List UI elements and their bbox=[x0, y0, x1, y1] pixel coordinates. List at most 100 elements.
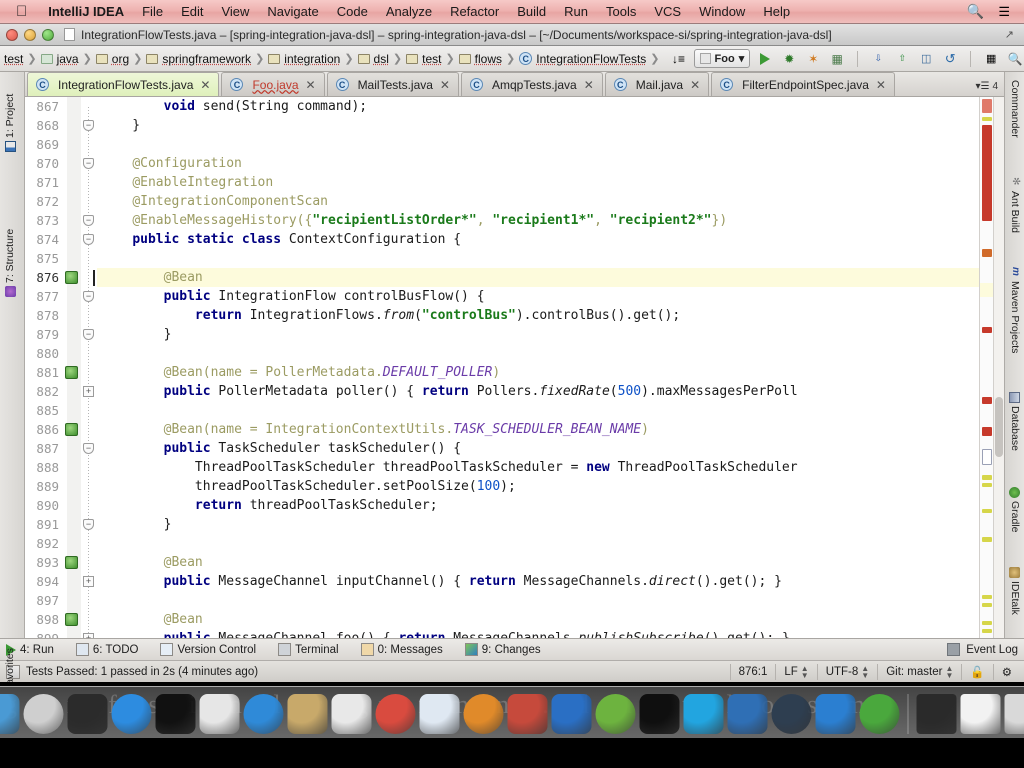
settings-icon[interactable]: ▦ bbox=[982, 50, 1000, 68]
code-line[interactable] bbox=[97, 249, 979, 268]
gutter-line[interactable]: 874 bbox=[25, 230, 97, 249]
menu-item-build[interactable]: Build bbox=[508, 4, 555, 19]
gutter-line[interactable]: 879 bbox=[25, 325, 97, 344]
gutter-line[interactable]: 892 bbox=[25, 534, 97, 553]
sidebar-item-commander[interactable]: Commander bbox=[1009, 80, 1021, 138]
code-line[interactable]: public MessageChannel inputChannel() { r… bbox=[97, 572, 979, 591]
breadcrumb-item-test[interactable]: test ❯ bbox=[4, 52, 41, 66]
code-line[interactable]: @EnableIntegration bbox=[97, 173, 979, 192]
error-marker[interactable] bbox=[982, 621, 992, 625]
dock-icon-disqus[interactable] bbox=[771, 694, 812, 734]
code-line[interactable] bbox=[97, 344, 979, 363]
error-marker[interactable] bbox=[982, 125, 992, 221]
sort-alphabetically-icon[interactable]: ↓≡ bbox=[670, 50, 688, 68]
tool-window-changes[interactable]: 9: Changes bbox=[464, 643, 541, 656]
gutter-line[interactable]: 897 bbox=[25, 591, 97, 610]
code-line[interactable]: ThreadPoolTaskScheduler threadPoolTaskSc… bbox=[97, 458, 979, 477]
editor-tab-mailtests[interactable]: C MailTests.java ✕ bbox=[326, 72, 459, 96]
code-line[interactable]: } bbox=[97, 325, 979, 344]
code-line[interactable] bbox=[97, 591, 979, 610]
sidebar-item-structure[interactable]: 7: Structure bbox=[4, 229, 16, 297]
gutter-line[interactable]: 889 bbox=[25, 477, 97, 496]
tool-window-version-control[interactable]: Version Control bbox=[160, 643, 256, 656]
gutter-line[interactable]: 870 bbox=[25, 154, 97, 173]
menu-item-file[interactable]: File bbox=[133, 4, 172, 19]
code-line[interactable]: public PollerMetadata poller() { return … bbox=[97, 382, 979, 401]
error-marker[interactable] bbox=[982, 249, 992, 257]
dock-icon-trash[interactable] bbox=[1004, 694, 1024, 734]
gutter-line[interactable]: 887 bbox=[25, 439, 97, 458]
code-lines[interactable]: void send(String command); } @Configurat… bbox=[97, 97, 979, 638]
code-line[interactable]: @Bean(name = IntegrationContextUtils.TAS… bbox=[97, 420, 979, 439]
dock-icon-skype[interactable] bbox=[683, 694, 724, 734]
editor-tab-mail[interactable]: C Mail.java ✕ bbox=[604, 72, 710, 96]
gutter-line[interactable]: 899 bbox=[25, 629, 97, 638]
dock-icon-finder[interactable] bbox=[0, 694, 20, 734]
menu-item-edit[interactable]: Edit bbox=[172, 4, 212, 19]
dock-icon-mail[interactable] bbox=[199, 694, 240, 734]
tool-window-messages[interactable]: 0: Messages bbox=[360, 643, 443, 656]
tool-window-terminal[interactable]: Terminal bbox=[278, 643, 339, 656]
run-play-icon[interactable] bbox=[756, 50, 774, 68]
revert-icon[interactable]: ↺ bbox=[941, 50, 959, 68]
gutter-line[interactable]: 875 bbox=[25, 249, 97, 268]
error-marker[interactable] bbox=[982, 99, 992, 113]
dock-icon-matrix[interactable] bbox=[639, 694, 680, 734]
sidebar-item-gradle[interactable]: Gradle bbox=[1009, 487, 1021, 533]
gutter-line[interactable]: 872 bbox=[25, 192, 97, 211]
encoding-selector[interactable]: UTF-8 ▲ ▼ bbox=[816, 663, 878, 680]
breadcrumb-item-integrationflowtests[interactable]: C IntegrationFlowTests ❯ bbox=[519, 52, 663, 66]
dock-icon-calendar[interactable] bbox=[331, 694, 372, 734]
line-separator-selector[interactable]: LF ▲ ▼ bbox=[775, 663, 816, 680]
code-line[interactable]: void send(String command); bbox=[97, 97, 979, 116]
editor-tab-amqptests[interactable]: C AmqpTests.java ✕ bbox=[460, 72, 603, 96]
code-line[interactable]: return IntegrationFlows.from("controlBus… bbox=[97, 306, 979, 325]
menu-app-name[interactable]: IntelliJ IDEA bbox=[39, 4, 133, 19]
code-line[interactable]: @Configuration bbox=[97, 154, 979, 173]
dock-icon-spring-tool-suite[interactable] bbox=[595, 694, 636, 734]
tool-window-todo[interactable]: 6: TODO bbox=[75, 643, 138, 656]
dock-icon-documents-stack[interactable] bbox=[960, 694, 1001, 734]
editor-scrollbar[interactable] bbox=[993, 97, 1004, 638]
dock-icon-browser-globe[interactable] bbox=[859, 694, 900, 734]
code-line[interactable] bbox=[97, 135, 979, 154]
gutter-line[interactable]: 894 bbox=[25, 572, 97, 591]
gutter-line[interactable]: 873 bbox=[25, 211, 97, 230]
sidebar-item-maven-projects[interactable]: m Maven Projects bbox=[1009, 267, 1022, 353]
dock-icon-printer[interactable] bbox=[916, 694, 957, 734]
git-branch-selector[interactable]: Git: master ▲ ▼ bbox=[877, 663, 961, 680]
gutter-line[interactable]: 867 bbox=[25, 97, 97, 116]
gutter-line[interactable]: 880 bbox=[25, 344, 97, 363]
gutter-line[interactable]: 891 bbox=[25, 515, 97, 534]
debug-bug-icon[interactable]: ✹ bbox=[780, 50, 798, 68]
close-icon[interactable]: ✕ bbox=[690, 78, 700, 92]
close-button[interactable] bbox=[6, 28, 18, 41]
search-icon[interactable]: 🔍 bbox=[967, 3, 984, 20]
error-marker[interactable] bbox=[982, 629, 992, 633]
gutter-line[interactable]: 881 bbox=[25, 363, 97, 382]
apple-logo-icon[interactable]:  bbox=[8, 4, 39, 19]
menu-item-window[interactable]: Window bbox=[690, 4, 754, 19]
sidebar-item-ant-build[interactable]: ✻ Ant Build bbox=[1009, 177, 1022, 233]
editor-tab-integrationflowtests[interactable]: C IntegrationFlowTests.java ✕ bbox=[27, 72, 220, 96]
dock-icon-keynote[interactable] bbox=[727, 694, 768, 734]
menu-item-help[interactable]: Help bbox=[754, 4, 799, 19]
close-icon[interactable]: ✕ bbox=[440, 78, 450, 92]
dock-icon-contacts[interactable] bbox=[287, 694, 328, 734]
gutter-line[interactable]: 893 bbox=[25, 553, 97, 572]
dock-icon-chrome[interactable] bbox=[375, 694, 416, 734]
editor-gutter[interactable]: − − − − − − + − − + + 867 868 869 870 871 872 873 874 875 8… bbox=[25, 97, 97, 638]
editor-tab-foo[interactable]: C Foo.java ✕ bbox=[221, 72, 325, 96]
error-marker[interactable] bbox=[982, 475, 992, 480]
code-line[interactable]: public static class ContextConfiguration… bbox=[97, 230, 979, 249]
menu-item-analyze[interactable]: Analyze bbox=[377, 4, 441, 19]
menu-item-vcs[interactable]: VCS bbox=[645, 4, 690, 19]
breadcrumb-item-flows[interactable]: flows ❯ bbox=[458, 52, 520, 66]
spring-bean-gutter-icon[interactable] bbox=[65, 613, 78, 626]
code-line[interactable]: @Bean bbox=[97, 553, 979, 572]
error-marker[interactable] bbox=[982, 449, 992, 465]
code-line[interactable]: @Bean bbox=[97, 268, 979, 287]
close-icon[interactable]: ✕ bbox=[584, 78, 594, 92]
dock-icon-preview[interactable] bbox=[419, 694, 460, 734]
breadcrumb-item-java[interactable]: java ❯ bbox=[40, 52, 96, 66]
